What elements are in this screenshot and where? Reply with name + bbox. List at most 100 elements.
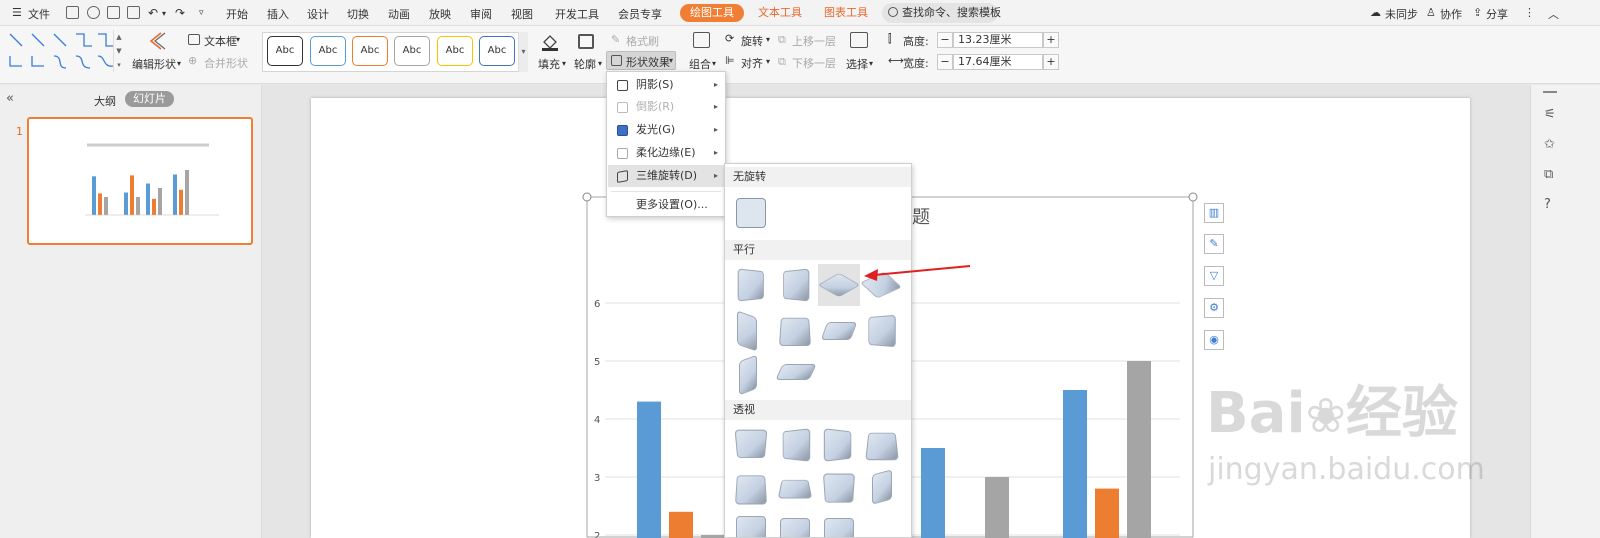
menu-item-soft-edges[interactable]: 柔化边缘(E) ▸ (608, 142, 726, 164)
tab-chart-tools[interactable]: 图表工具 (814, 4, 878, 22)
preset-perspective-7[interactable] (822, 473, 856, 503)
fill-icon[interactable] (540, 32, 560, 52)
send-backward-button[interactable]: 下移一层 (792, 55, 836, 71)
tab-review[interactable]: 审阅 (470, 6, 492, 22)
preset-perspective-1[interactable] (734, 429, 768, 458)
select-button[interactable]: 选择 (846, 56, 868, 72)
style-navy[interactable]: Abc (479, 36, 515, 66)
gallery-scroll[interactable]: ▲ ▼ ▾ (113, 30, 124, 72)
preset-perspective-6[interactable] (777, 479, 813, 499)
tab-view[interactable]: 视图 (511, 6, 533, 22)
menu-item-more-settings[interactable]: 更多设置(O)... (608, 194, 726, 216)
search-box[interactable]: 查找命令、搜索模板 (882, 3, 1001, 23)
preset-perspective-10[interactable] (780, 518, 810, 537)
group-button[interactable]: 组合 (689, 56, 711, 72)
preset-perspective-2[interactable] (782, 428, 811, 462)
collapse-ribbon-icon[interactable]: ︿ (1548, 6, 1559, 22)
chart-style-icon[interactable]: ✎ (1204, 234, 1224, 254)
preset-parallel-8[interactable] (868, 314, 896, 348)
width-field[interactable]: − 17.64厘米 + (937, 54, 1059, 70)
menu-item-glow[interactable]: 发光(G) ▸ (608, 119, 726, 141)
format-brush-button[interactable]: 格式刷 (626, 33, 659, 49)
text-box-button[interactable]: 文本框 (204, 33, 237, 49)
customize-dropdown-icon[interactable]: ▿ (199, 8, 204, 18)
share-button[interactable]: 分享 (1486, 6, 1508, 22)
preset-perspective-8[interactable] (872, 469, 892, 505)
menu-item-3d-rotation[interactable]: 三维旋转(D) ▸ (608, 165, 726, 187)
tab-design[interactable]: 设计 (307, 6, 329, 22)
style-yellow[interactable]: Abc (437, 36, 473, 66)
style-black[interactable]: Abc (267, 36, 303, 66)
width-increase-button[interactable]: + (1043, 54, 1059, 70)
height-increase-button[interactable]: + (1043, 32, 1059, 48)
tab-animation[interactable]: 动画 (388, 6, 410, 22)
preset-no-rotation[interactable] (736, 198, 766, 228)
preset-parallel-7[interactable] (820, 322, 858, 340)
outline-button[interactable]: 轮廓 (574, 56, 596, 72)
undo-dropdown-icon[interactable]: ▾ (162, 9, 166, 18)
preset-perspective-5[interactable] (734, 475, 768, 505)
hamburger-icon[interactable]: ☰ (12, 6, 22, 19)
property-icon[interactable]: ⚟ (1544, 107, 1556, 122)
preset-parallel-10[interactable] (775, 364, 817, 380)
more-icon[interactable]: ⋮ (1524, 6, 1535, 19)
preset-parallel-2[interactable] (783, 268, 810, 302)
chart-elements-icon[interactable]: ▥ (1204, 203, 1224, 223)
style-blue[interactable]: Abc (310, 36, 346, 66)
group-icon[interactable] (693, 32, 710, 48)
width-decrease-button[interactable]: − (937, 54, 953, 70)
preset-parallel-9[interactable] (739, 354, 757, 396)
help-icon[interactable]: ? (1544, 197, 1551, 212)
preset-perspective-11[interactable] (824, 518, 854, 537)
tab-transition[interactable]: 切换 (347, 6, 369, 22)
rotate-button[interactable]: 旋转 (741, 33, 763, 49)
menu-item-shadow[interactable]: 阴影(S) ▸ (608, 74, 726, 96)
chart-filter-icon[interactable]: ▽ (1204, 266, 1224, 286)
tab-outline[interactable]: 大纲 (94, 93, 116, 109)
preset-parallel-6[interactable] (778, 317, 812, 347)
undo-icon[interactable]: ↶ (148, 6, 158, 20)
align-button[interactable]: 对齐 (741, 55, 763, 71)
select-icon[interactable] (850, 32, 868, 48)
style-orange[interactable]: Abc (352, 36, 388, 66)
preset-parallel-1[interactable] (737, 268, 764, 302)
redo-icon[interactable]: ↷ (175, 6, 185, 20)
tab-developer[interactable]: 开发工具 (555, 6, 599, 22)
tab-member[interactable]: 会员专享 (618, 6, 662, 22)
print-icon[interactable] (107, 6, 120, 19)
tab-drawing-tools[interactable]: 绘图工具 (680, 4, 744, 22)
outline-icon[interactable] (578, 34, 594, 49)
height-field[interactable]: − 13.23厘米 + (937, 32, 1059, 48)
tab-text-tools[interactable]: 文本工具 (748, 4, 812, 22)
slide-thumbnail[interactable] (27, 117, 253, 245)
preset-perspective-4[interactable] (865, 432, 899, 461)
export-icon[interactable] (87, 6, 100, 19)
line-shapes-gallery[interactable] (6, 30, 118, 72)
collab-button[interactable]: 协作 (1440, 6, 1462, 22)
chart-settings-icon[interactable]: ⚙ (1204, 298, 1224, 318)
chart-idea-icon[interactable]: ◉ (1204, 330, 1224, 350)
preset-parallel-5[interactable] (737, 310, 757, 352)
fill-button[interactable]: 填充 (538, 56, 560, 72)
tab-slides[interactable]: 幻灯片 (125, 91, 174, 107)
tab-insert[interactable]: 插入 (267, 6, 289, 22)
bring-forward-button[interactable]: 上移一层 (792, 33, 836, 49)
backup-icon[interactable]: ⧉ (1544, 167, 1553, 182)
animation-icon[interactable]: ✩ (1544, 137, 1555, 152)
edit-shape-icon[interactable] (145, 30, 169, 52)
file-menu[interactable]: 文件 (28, 6, 50, 22)
merge-shape-button[interactable]: 合并形状 (204, 55, 248, 71)
preset-perspective-3[interactable] (823, 428, 852, 462)
save-icon[interactable] (66, 6, 79, 19)
collapse-panel-icon[interactable]: « (6, 91, 14, 106)
preset-perspective-9[interactable] (736, 516, 766, 537)
tab-slideshow[interactable]: 放映 (429, 6, 451, 22)
height-decrease-button[interactable]: − (937, 32, 953, 48)
edit-shape-button[interactable]: 编辑形状 (132, 56, 176, 72)
sync-status[interactable]: 未同步 (1385, 6, 1418, 22)
styles-expand[interactable]: ▾ (518, 32, 528, 72)
tab-home[interactable]: 开始 (226, 6, 248, 22)
preview-icon[interactable] (127, 6, 140, 19)
shape-effect-button[interactable]: 形状效果 ▾ (606, 51, 676, 70)
style-gray[interactable]: Abc (394, 36, 430, 66)
